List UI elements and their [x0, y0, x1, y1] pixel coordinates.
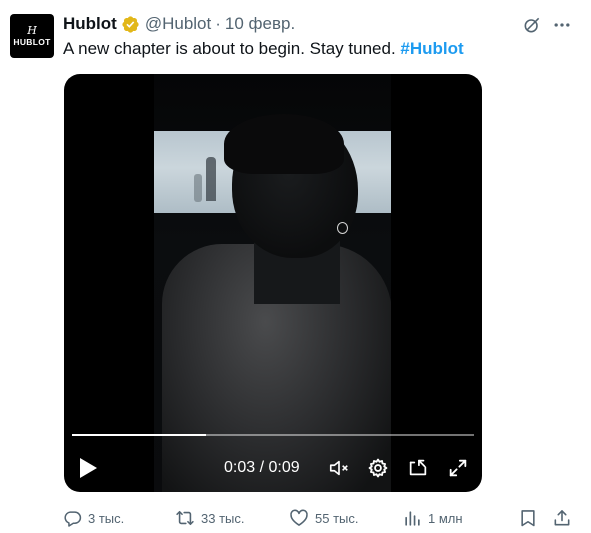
avatar-logo-word: HUBLOT	[13, 37, 51, 47]
tweet-header: Hublot @Hublot · 10 февр.	[63, 13, 295, 35]
tweet-body: A new chapter is about to begin. Stay tu…	[63, 39, 396, 58]
tweet-actions: 3 тыс. 33 тыс. 55 тыс. 1 млн	[63, 507, 583, 529]
video-frame[interactable]	[154, 74, 391, 492]
views-button[interactable]: 1 млн	[403, 507, 463, 529]
grok-icon[interactable]	[521, 14, 543, 36]
tweet-text: A new chapter is about to begin. Stay tu…	[63, 39, 464, 59]
share-icon[interactable]	[552, 507, 578, 529]
bookmark-icon[interactable]	[518, 507, 544, 529]
video-progress-fill	[72, 434, 206, 436]
retweet-count: 33 тыс.	[201, 510, 245, 526]
video-person-hair	[224, 114, 344, 174]
verified-badge-icon[interactable]	[121, 15, 140, 34]
reply-count: 3 тыс.	[88, 510, 125, 526]
like-count: 55 тыс.	[315, 510, 359, 526]
fullscreen-icon[interactable]	[447, 457, 469, 479]
views-count: 1 млн	[428, 510, 463, 526]
video-time: 0:03 / 0:09	[224, 459, 300, 476]
avatar-logo-mark: H	[27, 24, 37, 37]
views-icon	[405, 510, 420, 526]
mute-icon[interactable]	[328, 457, 350, 479]
video-background-figure	[194, 174, 202, 202]
video-background-figure	[206, 157, 216, 201]
video-person-earring	[337, 222, 348, 234]
hashtag-link[interactable]: #Hublot	[400, 39, 463, 58]
pip-icon[interactable]	[407, 457, 429, 479]
video-player[interactable]: 0:03 / 0:09	[64, 74, 482, 492]
settings-icon[interactable]	[367, 457, 389, 479]
more-icon[interactable]	[551, 14, 573, 36]
separator-dot: ·	[215, 14, 221, 33]
retweet-icon	[176, 510, 194, 526]
play-icon[interactable]	[76, 456, 100, 480]
retweet-button[interactable]: 33 тыс.	[175, 507, 244, 529]
like-button[interactable]: 55 тыс.	[289, 507, 358, 529]
like-icon	[290, 509, 308, 526]
avatar[interactable]: H HUBLOT	[10, 14, 54, 58]
author-handle[interactable]: @Hublot	[145, 14, 211, 34]
reply-icon	[64, 510, 82, 527]
reply-button[interactable]: 3 тыс.	[63, 507, 124, 529]
tweet-date[interactable]: 10 февр.	[225, 14, 295, 34]
author-name[interactable]: Hublot	[63, 14, 117, 34]
video-progress-bar[interactable]	[72, 434, 474, 436]
